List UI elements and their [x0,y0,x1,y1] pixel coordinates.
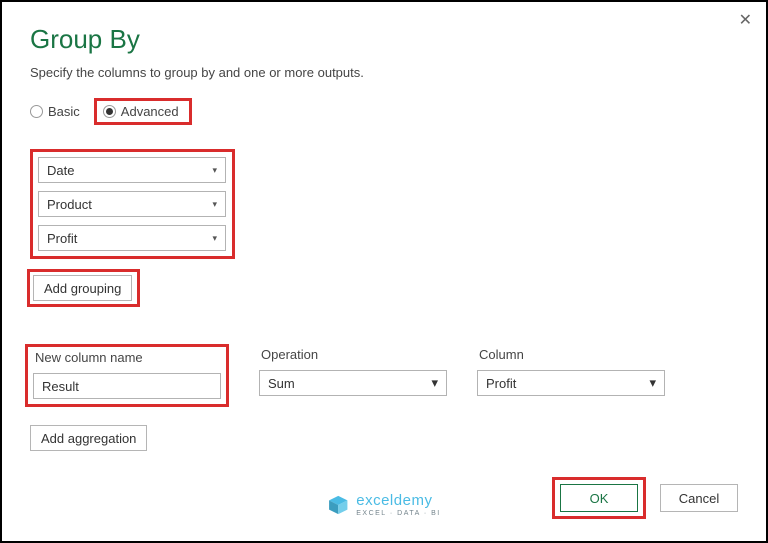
column-label: Column [477,347,665,362]
mode-radio-group: Basic Advanced [30,98,738,125]
radio-basic-label: Basic [48,104,80,119]
dialog-footer: OK Cancel [552,477,738,519]
dropdown-value: Date [47,163,74,178]
radio-advanced[interactable]: Advanced [103,104,179,119]
dialog-body: Group By Specify the columns to group by… [2,2,766,471]
watermark-tagline: EXCEL · DATA · BI [356,510,441,517]
highlight-advanced: Advanced [94,98,192,125]
operation-label: Operation [259,347,447,362]
chevron-down-icon: ▾ [212,233,217,244]
watermark: exceldemy EXCEL · DATA · BI [327,493,441,517]
radio-icon-checked [103,105,116,118]
dropdown-value: Profit [486,376,516,391]
aggregation-row: New column name Operation Sum ▾ Column P… [30,347,738,407]
highlight-new-column: New column name [25,344,229,407]
highlight-add-grouping: Add grouping [27,269,140,307]
highlight-group-fields: Date ▾ Product ▾ Profit ▾ [30,149,235,259]
new-column-label: New column name [33,350,221,365]
add-aggregation-button[interactable]: Add aggregation [30,425,147,451]
group-field-dropdown-2[interactable]: Product ▾ [38,191,226,217]
watermark-brand: exceldemy [356,493,441,508]
group-field-dropdown-1[interactable]: Date ▾ [38,157,226,183]
chevron-down-icon: ▾ [431,375,438,391]
group-field-dropdown-3[interactable]: Profit ▾ [38,225,226,251]
operation-dropdown[interactable]: Sum ▾ [259,370,447,396]
chevron-down-icon: ▾ [212,165,217,176]
dialog-subtitle: Specify the columns to group by and one … [30,65,738,80]
add-grouping-button[interactable]: Add grouping [33,275,132,301]
ok-button[interactable]: OK [560,484,638,512]
close-icon[interactable]: ✕ [739,10,752,30]
radio-icon [30,105,43,118]
dropdown-value: Sum [268,376,295,391]
cancel-button[interactable]: Cancel [660,484,738,512]
radio-advanced-label: Advanced [121,104,179,119]
chevron-down-icon: ▾ [212,199,217,210]
chevron-down-icon: ▾ [649,375,656,391]
cube-icon [327,494,349,516]
highlight-ok: OK [552,477,646,519]
new-column-input[interactable] [33,373,221,399]
radio-basic[interactable]: Basic [30,104,80,119]
dropdown-value: Profit [47,231,77,246]
column-dropdown[interactable]: Profit ▾ [477,370,665,396]
dropdown-value: Product [47,197,92,212]
dialog-title: Group By [30,24,738,55]
